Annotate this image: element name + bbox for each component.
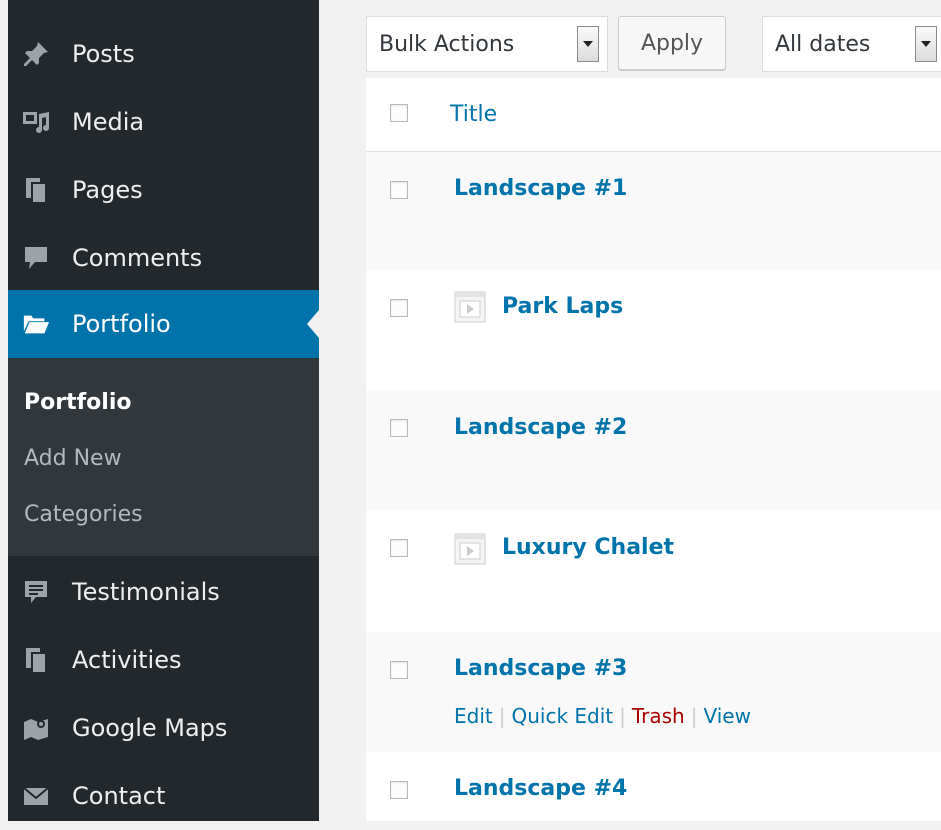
- pages-icon: [22, 646, 50, 674]
- comment-icon: [22, 244, 50, 272]
- view-link[interactable]: View: [703, 704, 750, 728]
- menu-label: Testimonials: [72, 578, 220, 606]
- testimonial-icon: [22, 578, 50, 606]
- row-title-link[interactable]: Landscape #3: [454, 656, 627, 681]
- submenu-item-categories[interactable]: Categories: [24, 502, 143, 527]
- menu-label: Posts: [72, 40, 135, 68]
- media-icon: [22, 108, 50, 136]
- submenu-item-portfolio[interactable]: Portfolio: [24, 390, 132, 415]
- envelope-icon: [22, 782, 50, 810]
- apply-button[interactable]: Apply: [618, 16, 726, 70]
- menu-item-pages[interactable]: Pages: [8, 156, 319, 224]
- row-title-link[interactable]: Landscape #4: [454, 776, 627, 801]
- pushpin-icon: [22, 40, 50, 68]
- menu-item-testimonials[interactable]: Testimonials: [8, 558, 319, 626]
- date-filter-value: All dates: [775, 31, 871, 57]
- row-checkbox[interactable]: [390, 419, 408, 437]
- row-title-link[interactable]: Landscape #2: [454, 415, 627, 440]
- admin-sidebar: Posts Media Pages Comments Portfolio Por…: [8, 0, 319, 821]
- table-row: Luxury Chalet: [366, 510, 941, 632]
- row-checkbox[interactable]: [390, 539, 408, 557]
- menu-item-contact[interactable]: Contact: [8, 762, 319, 830]
- row-checkbox[interactable]: [390, 661, 408, 679]
- menu-label: Portfolio: [72, 310, 171, 338]
- map-icon: [22, 714, 50, 742]
- video-icon: [454, 533, 486, 565]
- table-header: Title: [366, 78, 941, 152]
- row-title-link[interactable]: Landscape #1: [454, 176, 627, 201]
- trash-link[interactable]: Trash: [632, 704, 685, 728]
- chevron-down-icon: [915, 26, 937, 62]
- row-checkbox[interactable]: [390, 181, 408, 199]
- row-actions: Edit | Quick Edit | Trash | View: [454, 704, 751, 728]
- submenu-item-add-new[interactable]: Add New: [24, 446, 122, 471]
- table-row: Landscape #4: [366, 752, 941, 821]
- menu-item-google-maps[interactable]: Google Maps: [8, 694, 319, 762]
- folder-open-icon: [22, 310, 50, 338]
- bulk-actions-select[interactable]: Bulk Actions: [366, 16, 608, 72]
- quick-edit-link[interactable]: Quick Edit: [511, 704, 613, 728]
- select-all-checkbox[interactable]: [390, 104, 408, 122]
- chevron-down-icon: [577, 26, 599, 62]
- menu-label: Comments: [72, 244, 203, 272]
- menu-item-portfolio[interactable]: Portfolio: [8, 290, 319, 358]
- video-icon: [454, 291, 486, 323]
- bulk-actions-value: Bulk Actions: [379, 31, 515, 57]
- date-filter-select[interactable]: All dates: [762, 16, 941, 72]
- table-row: Park Laps: [366, 270, 941, 390]
- row-title-link[interactable]: Luxury Chalet: [502, 535, 674, 560]
- main-content: Bulk Actions Apply All dates Title Lands…: [319, 0, 941, 821]
- edit-link[interactable]: Edit: [454, 704, 493, 728]
- menu-label: Media: [72, 108, 145, 136]
- table-nav: Bulk Actions Apply All dates: [319, 0, 941, 78]
- menu-item-posts[interactable]: Posts: [8, 20, 319, 88]
- row-checkbox[interactable]: [390, 781, 408, 799]
- pages-icon: [22, 176, 50, 204]
- table-row: Landscape #3 Edit | Quick Edit | Trash | View: [366, 632, 941, 752]
- menu-label: Activities: [72, 646, 182, 674]
- menu-item-media[interactable]: Media: [8, 88, 319, 156]
- title-column-header[interactable]: Title: [450, 102, 497, 127]
- menu-item-activities[interactable]: Activities: [8, 626, 319, 694]
- menu-label: Contact: [72, 782, 166, 810]
- menu-item-comments[interactable]: Comments: [8, 224, 319, 292]
- row-checkbox[interactable]: [390, 299, 408, 317]
- row-title-link[interactable]: Park Laps: [502, 294, 623, 319]
- table-row: Landscape #1: [366, 152, 941, 270]
- portfolio-submenu: Portfolio Add New Categories: [8, 358, 319, 556]
- menu-label: Pages: [72, 176, 143, 204]
- table-row: Landscape #2: [366, 390, 941, 510]
- menu-label: Google Maps: [72, 714, 228, 742]
